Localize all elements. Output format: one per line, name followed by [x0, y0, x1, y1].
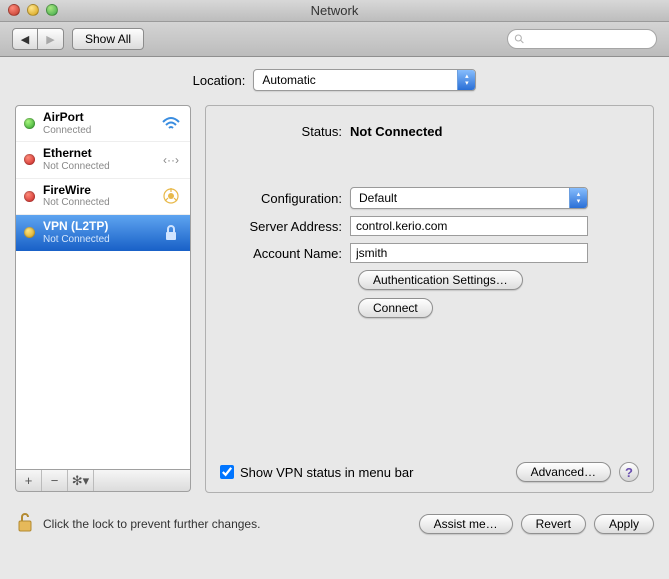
status-label: Status: — [220, 124, 350, 139]
add-service-button[interactable]: + — [16, 470, 42, 491]
question-icon: ? — [625, 465, 633, 480]
show-vpn-status-input[interactable] — [220, 465, 234, 479]
configuration-value: Default — [359, 191, 397, 205]
svg-text:‹··›: ‹··› — [163, 153, 179, 167]
search-input[interactable] — [529, 33, 650, 45]
remove-service-button[interactable]: − — [42, 470, 68, 491]
forward-button[interactable]: ▶ — [38, 28, 64, 50]
window-controls — [8, 4, 58, 16]
footer: Click the lock to prevent further change… — [0, 501, 669, 546]
location-value: Automatic — [262, 73, 315, 87]
advanced-label: Advanced… — [531, 465, 596, 479]
configuration-select[interactable]: Default — [350, 187, 588, 209]
sidebar-item-firewire[interactable]: FireWire Not Connected — [16, 179, 190, 215]
lock-text: Click the lock to prevent further change… — [43, 517, 260, 531]
sidebar-toolbar: + − ✻▾ — [15, 470, 191, 492]
show-vpn-status-checkbox[interactable]: Show VPN status in menu bar — [220, 465, 413, 480]
server-address-label: Server Address: — [220, 219, 350, 234]
service-name: Ethernet — [43, 147, 152, 161]
back-button[interactable]: ◀ — [12, 28, 38, 50]
status-dot-icon — [24, 227, 35, 238]
assist-me-button[interactable]: Assist me… — [419, 514, 513, 534]
wifi-icon — [160, 116, 182, 132]
nav-segment: ◀ ▶ — [12, 28, 64, 50]
toolbar: ◀ ▶ Show All — [0, 22, 669, 57]
assist-me-label: Assist me… — [434, 517, 498, 531]
connect-label: Connect — [373, 301, 418, 315]
sidebar-item-airport[interactable]: AirPort Connected — [16, 106, 190, 142]
zoom-window-button[interactable] — [46, 4, 58, 16]
plus-icon: + — [25, 473, 33, 488]
service-name: VPN (L2TP) — [43, 220, 152, 234]
show-all-label: Show All — [85, 32, 131, 46]
service-name: FireWire — [43, 184, 152, 198]
detail-panel: Status: Not Connected Configuration: Def… — [205, 105, 654, 493]
show-vpn-status-label: Show VPN status in menu bar — [240, 465, 413, 480]
service-status: Not Connected — [43, 234, 152, 246]
triangle-left-icon: ◀ — [21, 33, 29, 46]
account-name-label: Account Name: — [220, 246, 350, 261]
help-button[interactable]: ? — [619, 462, 639, 482]
unlock-icon[interactable] — [15, 511, 35, 536]
chevron-updown-icon — [457, 70, 475, 90]
status-value: Not Connected — [350, 124, 639, 139]
service-status: Not Connected — [43, 197, 152, 209]
search-icon — [514, 33, 525, 45]
location-select[interactable]: Automatic — [253, 69, 476, 91]
status-dot-icon — [24, 191, 35, 202]
gear-icon: ✻▾ — [72, 473, 89, 489]
show-all-button[interactable]: Show All — [72, 28, 144, 50]
revert-label: Revert — [536, 517, 571, 531]
server-address-input[interactable] — [350, 216, 588, 236]
apply-label: Apply — [609, 517, 639, 531]
minimize-window-button[interactable] — [27, 4, 39, 16]
service-status: Not Connected — [43, 161, 152, 173]
window-title: Network — [311, 3, 359, 18]
service-name: AirPort — [43, 111, 152, 125]
apply-button[interactable]: Apply — [594, 514, 654, 534]
auth-settings-label: Authentication Settings… — [373, 273, 508, 287]
window-titlebar: Network — [0, 0, 669, 22]
location-label: Location: — [193, 73, 246, 88]
close-window-button[interactable] — [8, 4, 20, 16]
status-dot-icon — [24, 154, 35, 165]
status-dot-icon — [24, 118, 35, 129]
lock-icon — [160, 224, 182, 242]
connect-button[interactable]: Connect — [358, 298, 433, 318]
firewire-icon — [160, 187, 182, 205]
ethernet-icon: ‹··› — [160, 152, 182, 168]
revert-button[interactable]: Revert — [521, 514, 586, 534]
sidebar-item-ethernet[interactable]: Ethernet Not Connected ‹··› — [16, 142, 190, 178]
minus-icon: − — [51, 473, 59, 488]
configuration-label: Configuration: — [220, 191, 350, 206]
account-name-input[interactable] — [350, 243, 588, 263]
auth-settings-button[interactable]: Authentication Settings… — [358, 270, 523, 290]
sidebar-item-vpn[interactable]: VPN (L2TP) Not Connected — [16, 215, 190, 251]
advanced-button[interactable]: Advanced… — [516, 462, 611, 482]
service-list: AirPort Connected Ethernet Not Connected… — [15, 105, 191, 470]
location-row: Location: Automatic — [15, 69, 654, 91]
triangle-right-icon: ▶ — [46, 33, 54, 46]
chevron-updown-icon — [569, 188, 587, 208]
action-menu-button[interactable]: ✻▾ — [68, 470, 94, 491]
search-field[interactable] — [507, 29, 657, 49]
service-status: Connected — [43, 125, 152, 137]
